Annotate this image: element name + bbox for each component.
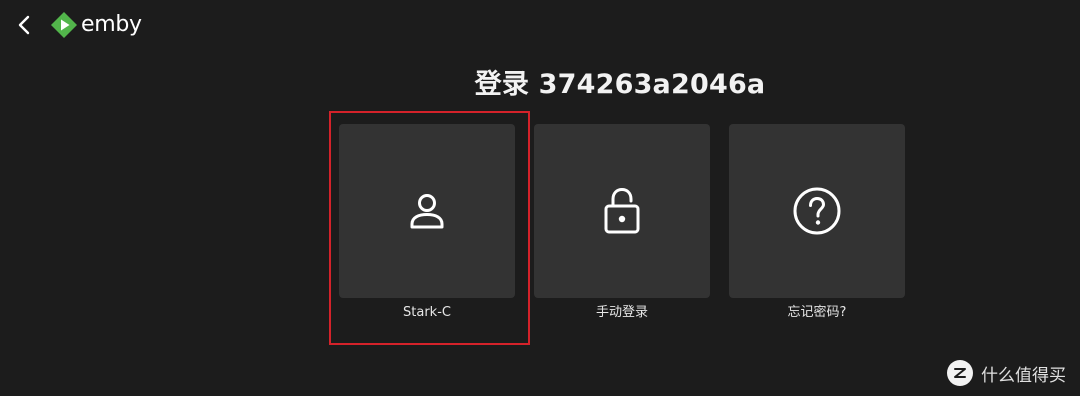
- manual-login-card[interactable]: [534, 124, 710, 298]
- tile-forgot-password[interactable]: 忘记密码?: [729, 124, 905, 322]
- back-button[interactable]: [10, 10, 38, 40]
- watermark-text: 什么值得买: [981, 365, 1066, 386]
- chevron-left-icon: [18, 15, 30, 35]
- tile-label: Stark-C: [403, 305, 451, 320]
- user-card[interactable]: [339, 124, 515, 298]
- watermark: 什么值得买: [947, 360, 1066, 386]
- forgot-password-card[interactable]: [729, 124, 905, 298]
- help-circle-icon: [793, 187, 841, 235]
- brand-name: emby: [81, 12, 142, 37]
- tile-label: 忘记密码?: [787, 305, 847, 320]
- unlock-icon: [604, 187, 640, 234]
- tile-manual-login[interactable]: 手动登录: [534, 124, 710, 322]
- page-title: 登录 374263a2046a: [474, 69, 766, 100]
- user-icon: [410, 194, 444, 229]
- zhi-badge-icon: [947, 360, 973, 386]
- tile-label: 手动登录: [595, 305, 648, 320]
- tile-user-stark-c[interactable]: Stark-C: [339, 124, 515, 322]
- emby-logo[interactable]: emby: [50, 11, 142, 39]
- top-bar: emby: [0, 0, 1080, 52]
- emby-logo-icon: [51, 12, 77, 38]
